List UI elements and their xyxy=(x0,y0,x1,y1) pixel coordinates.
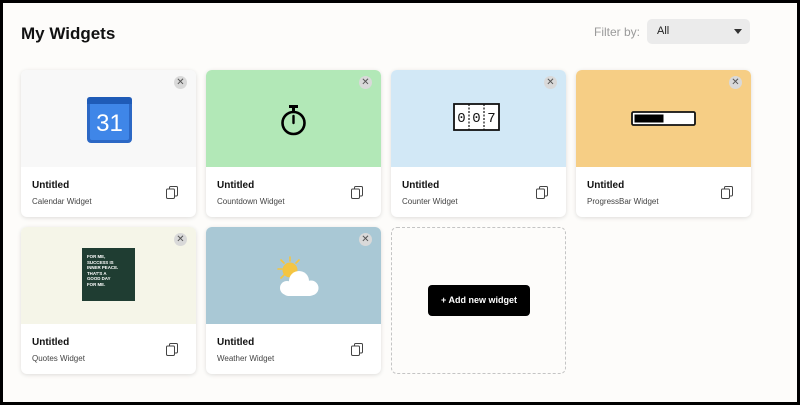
widget-card-calendar[interactable]: 31 ✕ Untitled Calendar Widget xyxy=(21,70,196,217)
calendar-day-label: 31 xyxy=(96,110,123,137)
stopwatch-icon xyxy=(281,105,306,136)
add-widget-placeholder: + Add new widget xyxy=(391,227,566,374)
counter-icon: 0 0 7 xyxy=(453,103,500,131)
widget-title: Untitled xyxy=(587,180,625,191)
widget-card-quotes[interactable]: FOR ME, SUCCESS IS INNER PEACE. THAT'S A… xyxy=(21,227,196,374)
filter-value: All xyxy=(657,25,670,37)
progress-fill xyxy=(634,114,664,123)
filter-label: Filter by: xyxy=(594,25,641,39)
calendar-icon: 31 xyxy=(87,97,132,143)
progress-bar-icon xyxy=(631,111,696,126)
filter-dropdown[interactable]: All xyxy=(647,19,750,44)
counter-digit: 7 xyxy=(487,111,495,127)
copy-icon[interactable] xyxy=(166,343,178,356)
quote-line: FOR ME. xyxy=(87,281,106,287)
widget-thumbnail: ✕ xyxy=(206,70,381,167)
widget-type: Quotes Widget xyxy=(32,354,85,363)
close-icon[interactable]: ✕ xyxy=(174,233,187,246)
widget-type: Calendar Widget xyxy=(32,197,92,206)
close-icon[interactable]: ✕ xyxy=(359,233,372,246)
widget-card-progressbar[interactable]: ✕ Untitled ProgressBar Widget xyxy=(576,70,751,217)
page-title: My Widgets xyxy=(21,24,116,43)
close-icon[interactable]: ✕ xyxy=(174,76,187,89)
close-icon[interactable]: ✕ xyxy=(729,76,742,89)
widget-type: ProgressBar Widget xyxy=(587,197,659,206)
widget-title: Untitled xyxy=(402,180,440,191)
counter-digit: 0 xyxy=(457,111,465,127)
widget-thumbnail: 0 0 7 ✕ xyxy=(391,70,566,167)
widgets-page: My Widgets Filter by: All 31 ✕ Untitled … xyxy=(3,3,797,402)
copy-icon[interactable] xyxy=(351,186,363,199)
widget-type: Weather Widget xyxy=(217,354,275,363)
add-widget-button[interactable]: + Add new widget xyxy=(428,285,530,316)
widget-thumbnail: 31 ✕ xyxy=(21,70,196,167)
close-icon[interactable]: ✕ xyxy=(544,76,557,89)
widget-thumbnail: ✕ xyxy=(576,70,751,167)
copy-icon[interactable] xyxy=(166,186,178,199)
quote-card-icon: FOR ME, SUCCESS IS INNER PEACE. THAT'S A… xyxy=(82,248,135,301)
counter-digit: 0 xyxy=(472,111,480,127)
widget-thumbnail: ✕ xyxy=(206,227,381,324)
widget-title: Untitled xyxy=(217,337,255,348)
widget-card-counter[interactable]: 0 0 7 ✕ Untitled Counter Widget xyxy=(391,70,566,217)
copy-icon[interactable] xyxy=(721,186,733,199)
widget-title: Untitled xyxy=(217,180,255,191)
widget-thumbnail: FOR ME, SUCCESS IS INNER PEACE. THAT'S A… xyxy=(21,227,196,324)
widget-title: Untitled xyxy=(32,337,70,348)
widget-title: Untitled xyxy=(32,180,70,191)
widget-type: Countdown Widget xyxy=(217,197,285,206)
widget-type: Counter Widget xyxy=(402,197,458,206)
copy-icon[interactable] xyxy=(351,343,363,356)
copy-icon[interactable] xyxy=(536,186,548,199)
widget-card-countdown[interactable]: ✕ Untitled Countdown Widget xyxy=(206,70,381,217)
widget-card-weather[interactable]: ✕ Untitled Weather Widget xyxy=(206,227,381,374)
caret-down-icon xyxy=(734,29,742,34)
close-icon[interactable]: ✕ xyxy=(359,76,372,89)
sun-cloud-icon xyxy=(277,256,319,296)
